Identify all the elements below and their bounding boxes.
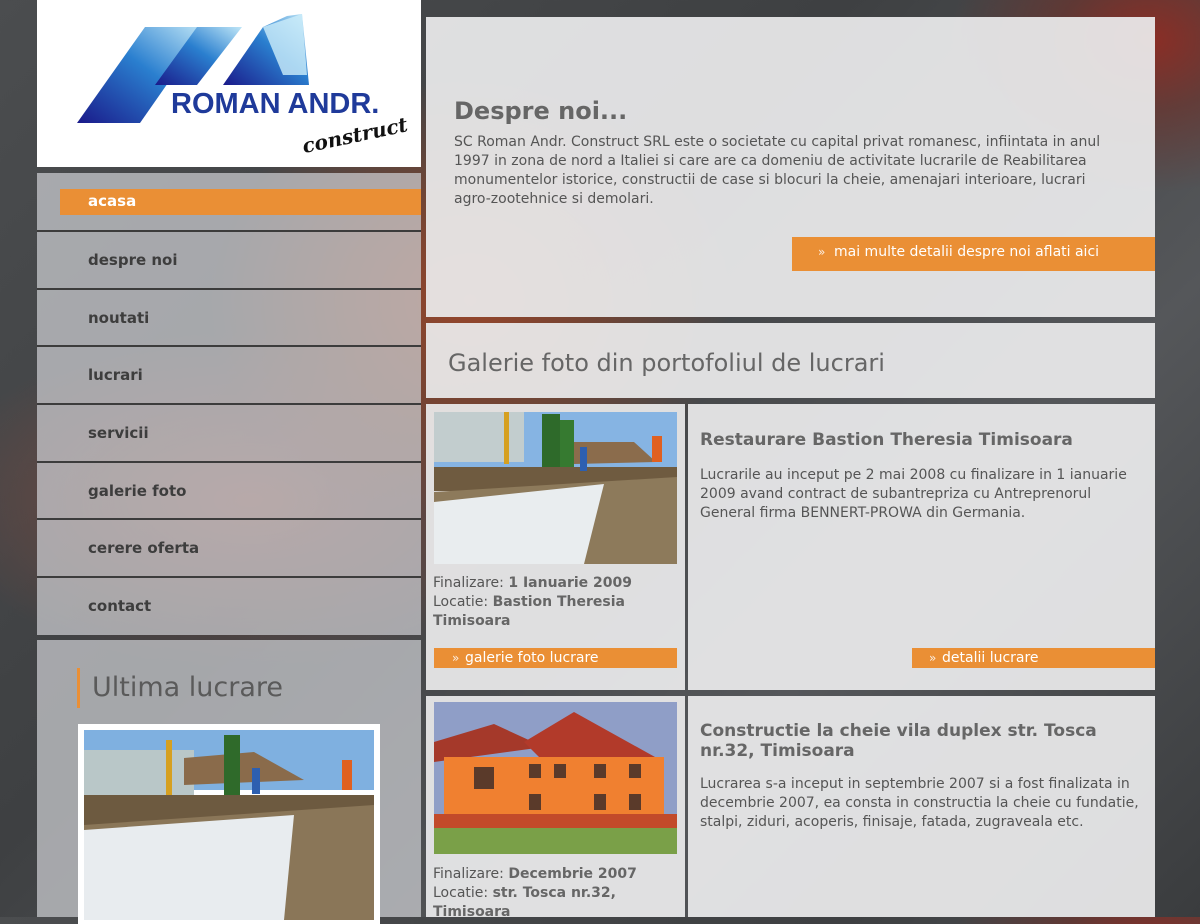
nav-item-label: acasa [88,192,137,210]
accent-bar [77,668,80,708]
logo[interactable]: ROMAN ANDR. construct [37,0,421,167]
nav-item-label: lucrari [88,366,143,384]
location-label: Locatie: [433,885,489,901]
project-title[interactable]: Restaurare Bastion Theresia Timisoara [700,430,1130,450]
gallery-title: Galerie foto din portofoliul de lucrari [448,349,885,377]
gallery-photo-label: galerie foto lucrare [465,650,599,666]
logo-main-text: ROMAN ANDR. [171,88,379,120]
construction-site-image [84,730,374,920]
project-description: Lucrarile au inceput pe 2 mai 2008 cu fi… [700,467,1127,521]
nav-item-cerere-oferta[interactable]: cerere oferta [37,518,421,575]
nav-item-lucrari[interactable]: lucrari [37,345,421,402]
double-chevron-right-icon: » [452,651,460,665]
double-chevron-right-icon: » [818,245,826,259]
nav-item-label: despre noi [88,251,178,269]
nav-item-label: servicii [88,424,149,442]
finish-label: Finalizare: [433,575,504,591]
about-text: SC Roman Andr. Construct SRL este o soci… [454,134,1101,207]
about-more-label: mai multe detalii despre noi aflati aici [834,244,1100,260]
project-details-label: detalii lucrare [942,650,1039,666]
finish-value: 1 Ianuarie 2009 [508,575,633,591]
roman-andr-logo-graphic: ROMAN ANDR. construct [77,14,411,158]
nav-item-servicii[interactable]: servicii [37,403,421,460]
nav-item-label: contact [88,597,152,615]
gallery-photo-button[interactable]: » galerie foto lucrare [434,648,677,668]
nav-item-label: galerie foto [88,482,187,500]
location-label: Locatie: [433,594,489,610]
villa-duplex-image [434,702,677,854]
project-photo[interactable] [434,702,677,854]
double-chevron-right-icon: » [929,651,937,665]
nav-item-label: cerere oferta [88,539,200,557]
project-card-right: Constructie la cheie vila duplex str. To… [688,696,1155,917]
project-card-right: Restaurare Bastion Theresia Timisoara Lu… [688,404,1155,690]
nav-item-noutati[interactable]: noutati [37,288,421,345]
last-work-photo[interactable] [78,724,380,924]
project-card-left: Finalizare: 1 Ianuarie 2009 Locatie: Bas… [426,404,685,690]
project-card-left: Finalizare: Decembrie 2007 Locatie: str.… [426,696,685,920]
left-column: ROMAN ANDR. construct acasa despre noi n… [37,0,421,924]
nav-item-label: noutati [88,309,150,327]
finish-label: Finalizare: [433,866,504,882]
project-photo[interactable] [434,412,677,564]
nav-item-despre-noi[interactable]: despre noi [37,230,421,287]
about-more-button[interactable]: » mai multe detalii despre noi aflati ai… [792,237,1155,271]
project-meta: Finalizare: Decembrie 2007 Locatie: str.… [433,865,673,922]
last-work-section: Ultima lucrare [37,640,421,924]
nav-item-contact[interactable]: contact [37,576,421,633]
about-title: Despre noi... [454,97,628,125]
about-panel: Despre noi... SC Roman Andr. Construct S… [426,17,1155,317]
project-title[interactable]: Constructie la cheie vila duplex str. To… [700,721,1130,761]
gallery-header: Galerie foto din portofoliul de lucrari [426,323,1155,398]
project-details-button[interactable]: » detalii lucrare [912,648,1155,668]
project-description: Lucrarea s-a inceput in septembrie 2007 … [700,776,1139,830]
nav-item-galerie-foto[interactable]: galerie foto [37,461,421,518]
bastion-restoration-image [434,412,677,564]
finish-value: Decembrie 2007 [508,866,637,882]
last-work-title: Ultima lucrare [92,672,284,703]
project-meta: Finalizare: 1 Ianuarie 2009 Locatie: Bas… [433,574,673,631]
nav-item-acasa[interactable]: acasa [37,173,421,230]
main-navigation: acasa despre noi noutati lucrari servici… [37,173,421,635]
